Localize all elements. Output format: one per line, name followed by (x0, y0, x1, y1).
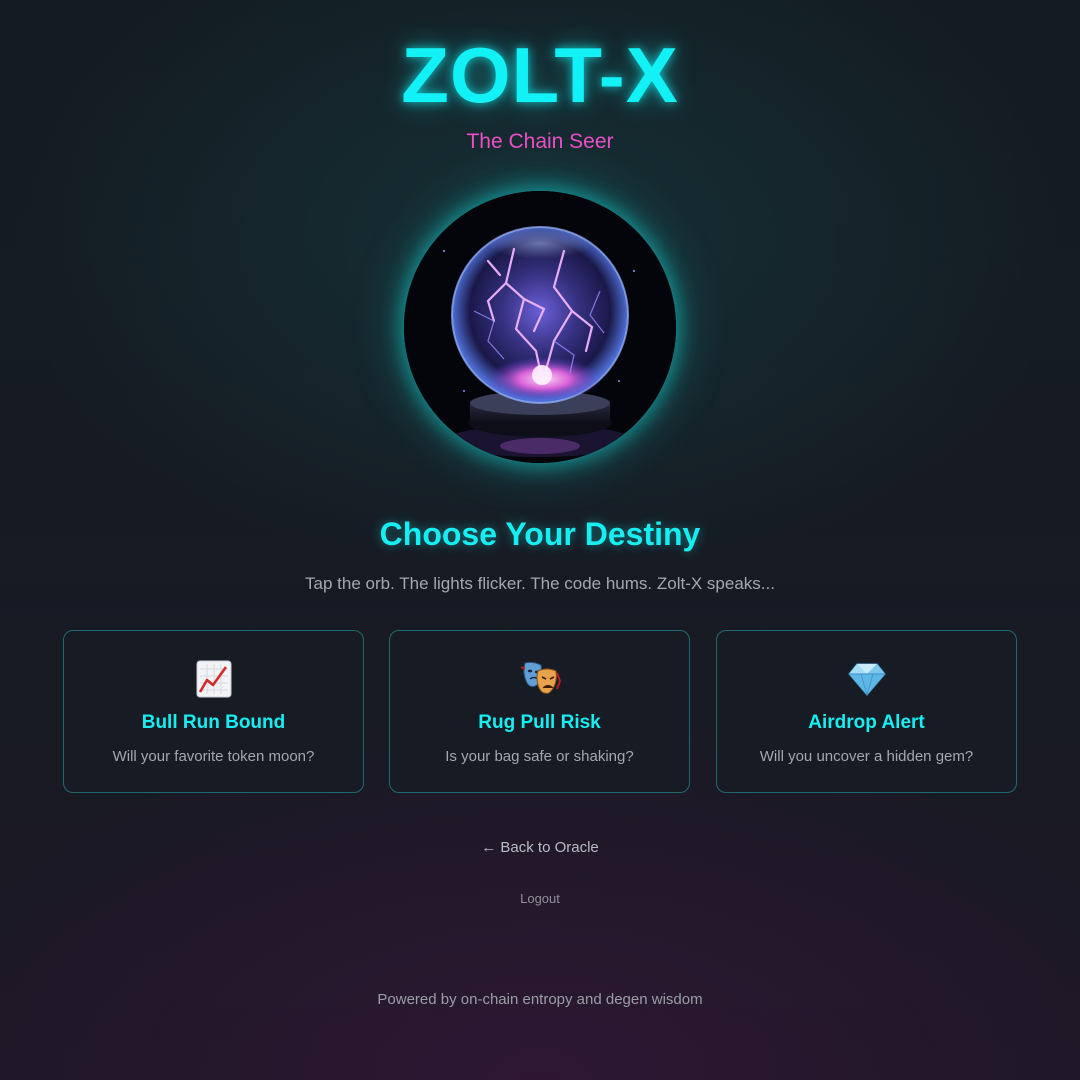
card-bull-run-bound[interactable]: Bull Run Bound Will your favorite token … (63, 630, 364, 793)
card-title: Rug Pull Risk (478, 712, 601, 733)
card-rug-pull-risk[interactable]: Rug Pull Risk Is your bag safe or shakin… (389, 630, 690, 793)
gem-icon (717, 657, 1016, 701)
app-title: ZOLT-X (401, 31, 679, 119)
performing-arts-icon (390, 657, 689, 701)
oracle-orb[interactable] (404, 191, 676, 463)
tagline-text: Tap the orb. The lights flicker. The cod… (305, 574, 775, 593)
logout-link[interactable]: Logout (490, 890, 590, 908)
destiny-heading: Choose Your Destiny (379, 516, 701, 552)
page: ZOLT-X The Chain Seer Choose Your Destin… (0, 0, 1080, 1080)
footer-text: Powered by on-chain entropy and degen wi… (377, 991, 703, 1008)
back-to-oracle-link[interactable]: ← Back to Oracle (440, 837, 640, 859)
card-description: Will your favorite token moon? (112, 748, 315, 765)
card-description: Will you uncover a hidden gem? (759, 748, 974, 765)
card-title: Airdrop Alert (808, 712, 925, 733)
app-subtitle: The Chain Seer (466, 130, 614, 153)
card-description: Is your bag safe or shaking? (445, 748, 634, 765)
card-airdrop-alert[interactable]: Airdrop Alert Will you uncover a hidden … (716, 630, 1017, 793)
chart-increasing-icon (64, 657, 363, 701)
card-title: Bull Run Bound (141, 712, 286, 733)
destiny-cards: Bull Run Bound Will your favorite token … (63, 630, 1017, 793)
crystal-ball-image (404, 191, 676, 463)
